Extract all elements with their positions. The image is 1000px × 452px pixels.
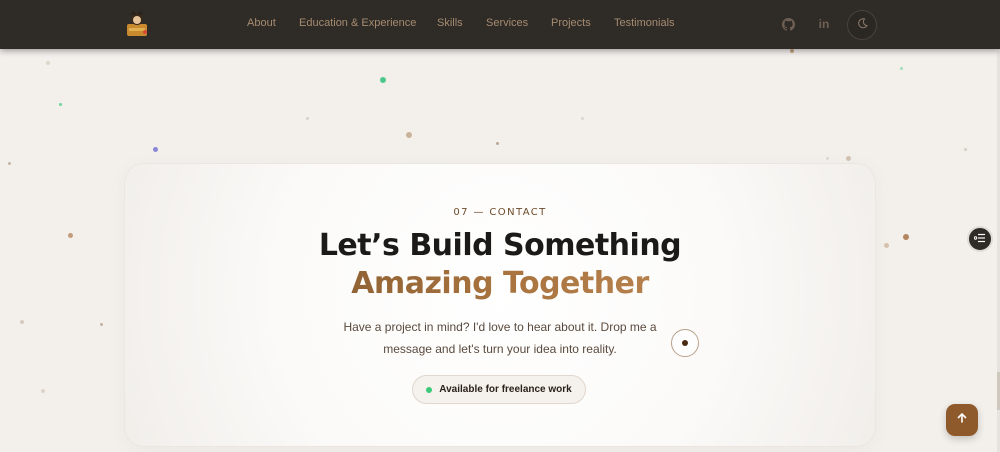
particle bbox=[153, 147, 158, 152]
particle bbox=[406, 132, 412, 138]
theme-toggle-button[interactable] bbox=[847, 10, 877, 40]
nav-item-testimonials[interactable]: Testimonials bbox=[614, 17, 675, 29]
github-icon[interactable] bbox=[778, 14, 798, 34]
nav-item-projects[interactable]: Projects bbox=[551, 17, 591, 29]
particle bbox=[41, 389, 45, 393]
particle bbox=[68, 233, 73, 238]
particle bbox=[59, 103, 62, 106]
particle bbox=[100, 323, 103, 326]
particle bbox=[790, 49, 794, 53]
linkedin-icon[interactable]: in bbox=[814, 14, 834, 34]
particle bbox=[846, 156, 851, 161]
nav-item-skills[interactable]: Skills bbox=[437, 17, 463, 29]
particle bbox=[380, 77, 386, 83]
particle bbox=[884, 243, 889, 248]
section-description: Have a project in mind? I'd love to hear… bbox=[343, 320, 657, 356]
particle bbox=[581, 117, 584, 120]
particle bbox=[20, 320, 24, 324]
contact-card: 07 — CONTACT Let’s Build Something Amazi… bbox=[124, 163, 876, 447]
particle bbox=[46, 61, 50, 65]
arrow-up-icon bbox=[956, 411, 968, 429]
site-logo[interactable] bbox=[125, 10, 149, 38]
particle bbox=[826, 157, 829, 160]
table-of-contents-button[interactable] bbox=[967, 226, 993, 252]
nav-item-about[interactable]: About bbox=[247, 17, 276, 29]
section-title-line2: Amazing Together bbox=[125, 266, 875, 301]
back-to-top-button[interactable] bbox=[946, 404, 978, 436]
section-title-line1: Let’s Build Something bbox=[318, 228, 682, 263]
particle bbox=[496, 142, 499, 145]
particle bbox=[964, 148, 967, 151]
availability-text: Available for freelance work bbox=[439, 384, 572, 395]
particle bbox=[306, 117, 309, 120]
particle bbox=[8, 162, 11, 165]
section-eyebrow: 07 — CONTACT bbox=[453, 207, 547, 218]
particle bbox=[903, 234, 909, 240]
list-icon bbox=[973, 230, 986, 248]
nav-item-services[interactable]: Services bbox=[486, 17, 528, 29]
particle bbox=[900, 67, 903, 70]
moon-icon bbox=[857, 16, 868, 34]
top-navbar: About Education & Experience Skills Serv… bbox=[0, 0, 1000, 49]
nav-item-education-experience[interactable]: Education & Experience bbox=[299, 17, 416, 29]
custom-cursor bbox=[671, 329, 699, 357]
availability-badge: Available for freelance work bbox=[412, 375, 586, 404]
cursor-dot bbox=[682, 340, 688, 346]
status-dot-icon bbox=[426, 386, 433, 393]
